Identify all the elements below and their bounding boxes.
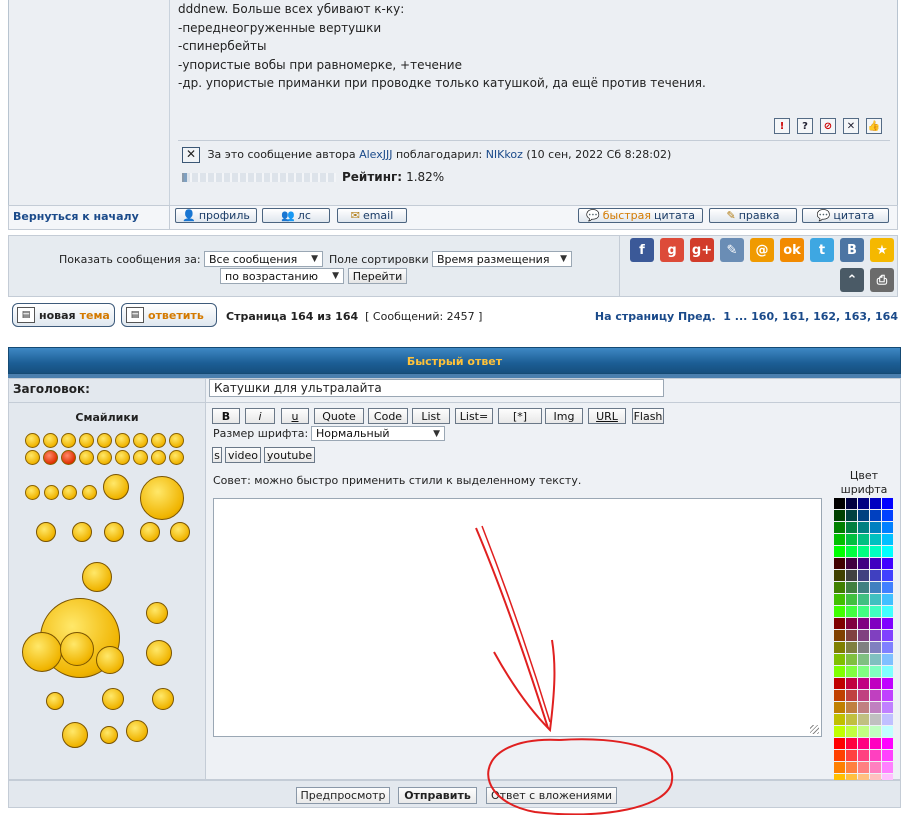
annotation-circle: [487, 738, 674, 815]
red-annotation: [475, 525, 674, 815]
annotation-arrow-shaft-2: [481, 525, 551, 723]
annotation-arrow-shaft: [475, 527, 549, 729]
